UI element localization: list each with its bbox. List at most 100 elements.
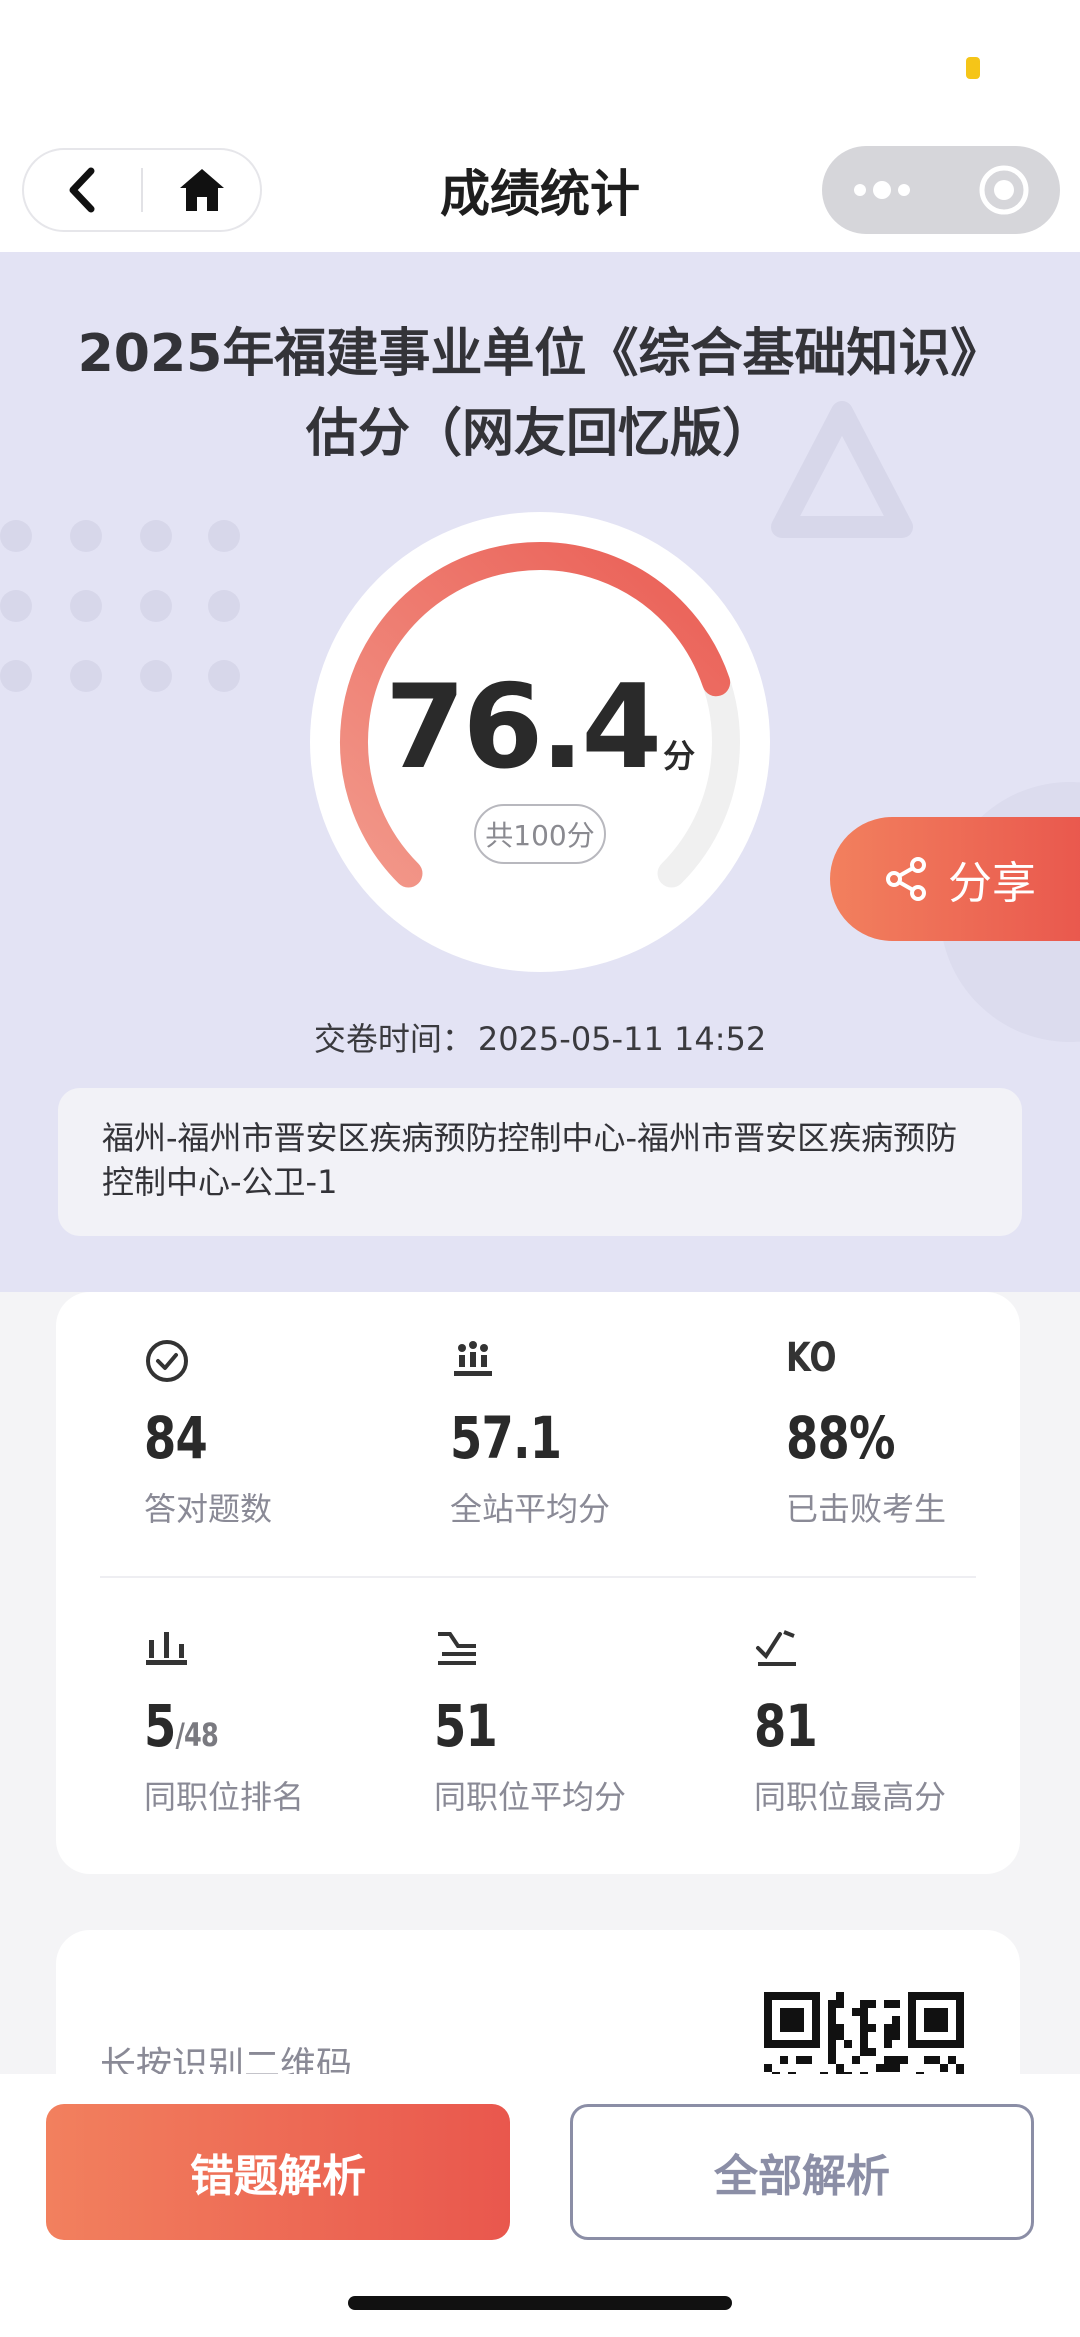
position-info: 福州-福州市晋安区疾病预防控制中心-福州市晋安区疾病预防控制中心-公卫-1 — [58, 1088, 1022, 1236]
ko-icon: KO — [786, 1338, 849, 1378]
qr-module — [884, 2064, 892, 2072]
status-bar — [0, 0, 1080, 140]
submit-time: 交卷时间： 2025-05-11 14:52 — [0, 1014, 1080, 1060]
stat-value: 5/48 — [144, 1692, 219, 1760]
qr-module — [852, 2056, 860, 2064]
stat-label: 答对题数 — [144, 1490, 273, 1528]
more-dots-icon[interactable] — [854, 181, 910, 199]
qr-module — [828, 2040, 836, 2048]
qr-module — [828, 2024, 836, 2032]
qr-module — [892, 2024, 900, 2032]
ko-icon-text: KO — [786, 1335, 837, 1381]
card-divider — [100, 1576, 976, 1578]
qr-module — [860, 2024, 868, 2032]
qr-module — [868, 2000, 876, 2008]
chevron-left-icon — [69, 167, 94, 213]
qr-module — [860, 2032, 868, 2040]
stat-value: 84 — [144, 1404, 208, 1472]
qr-module — [836, 2064, 844, 2072]
qr-module — [764, 2064, 772, 2072]
share-icon — [886, 857, 926, 901]
qr-module — [828, 2016, 836, 2024]
qr-module — [892, 2016, 900, 2024]
stat-label: 同职位平均分 — [434, 1778, 627, 1816]
peak-icon — [756, 1630, 796, 1666]
qr-module — [780, 2056, 788, 2064]
decorative-dots — [0, 520, 240, 692]
submit-time-value: 2025-05-11 14:52 — [477, 1020, 767, 1058]
mini-program-capsule — [822, 146, 1060, 234]
wrong-analysis-button[interactable]: 错题解析 — [46, 2104, 510, 2240]
qr-module — [892, 2000, 900, 2008]
qr-finder — [780, 2008, 804, 2032]
target-circle-icon[interactable] — [978, 164, 1030, 216]
stats-card: 84 答对题数 57.1 全站平均分 KO 88% 已击败考生 5/48 同职位… — [56, 1292, 1020, 1874]
share-label: 分享 — [948, 858, 1036, 909]
home-indicator — [348, 2296, 732, 2310]
qr-module — [884, 2000, 892, 2008]
qr-module — [836, 2000, 844, 2008]
qr-module — [868, 2048, 876, 2056]
rank-value: 5 — [144, 1692, 176, 1760]
qr-module — [948, 2056, 956, 2064]
qr-module — [828, 2000, 836, 2008]
stat-value: 57.1 — [450, 1404, 562, 1472]
stat-label: 全站平均分 — [450, 1490, 611, 1528]
qr-module — [836, 1992, 844, 2000]
qr-finder — [924, 2008, 948, 2032]
qr-module — [892, 2056, 900, 2064]
home-icon — [179, 169, 224, 211]
qr-module — [860, 2008, 868, 2016]
qr-module — [884, 2032, 892, 2040]
nav-capsule — [22, 148, 262, 232]
crowd-icon — [454, 1341, 492, 1376]
score-row: 76.4 分 — [310, 660, 770, 795]
stat-label: 同职位最高分 — [754, 1778, 947, 1816]
qr-module — [844, 2040, 852, 2048]
check-circle-icon — [146, 1340, 188, 1382]
stat-value: 51 — [434, 1692, 498, 1760]
home-button[interactable] — [143, 150, 260, 230]
rank-total: /48 — [175, 1716, 219, 1754]
all-analysis-button[interactable]: 全部解析 — [570, 2104, 1034, 2240]
qr-module — [836, 2032, 844, 2040]
qr-module — [940, 2064, 948, 2072]
score-gauge: 76.4 分 共100分 — [310, 512, 770, 972]
qr-module — [836, 2024, 844, 2032]
stat-value: 81 — [754, 1692, 818, 1760]
qr-module — [804, 2056, 812, 2064]
score-unit: 分 — [663, 737, 696, 775]
qr-module — [900, 2056, 908, 2064]
qr-module — [884, 2024, 892, 2032]
podium-icon — [146, 1632, 187, 1665]
battery-icon — [966, 57, 980, 79]
qr-module — [892, 2032, 900, 2040]
qr-module — [956, 2064, 964, 2072]
score-value: 76.4 — [384, 660, 662, 795]
qr-module — [828, 2032, 836, 2040]
nav-bar: 成绩统计 — [0, 140, 1080, 252]
stat-value: 88% — [786, 1404, 895, 1472]
qr-module — [860, 2040, 868, 2048]
decorative-triangle — [771, 401, 913, 538]
qr-module — [860, 2000, 868, 2008]
qr-module — [932, 2056, 940, 2064]
exam-title-line1: 2025年福建事业单位《综合基础知识》 — [77, 324, 1003, 384]
qr-module — [860, 2016, 868, 2024]
qr-module — [884, 2040, 892, 2048]
qr-module — [860, 2048, 868, 2056]
average-icon — [438, 1632, 476, 1665]
stat-label: 同职位排名 — [144, 1778, 305, 1816]
qr-module — [884, 2056, 892, 2064]
qr-module — [796, 2056, 804, 2064]
share-button[interactable]: 分享 — [830, 817, 1080, 941]
qr-module — [892, 2064, 900, 2072]
qr-module — [828, 2048, 836, 2056]
total-score-badge: 共100分 — [474, 804, 606, 864]
qr-module — [924, 2056, 932, 2064]
qr-module — [828, 2056, 836, 2064]
submit-time-label: 交卷时间： — [313, 1020, 474, 1058]
stat-label: 已击败考生 — [786, 1490, 947, 1528]
back-button[interactable] — [24, 150, 141, 230]
qr-module — [876, 2064, 884, 2072]
